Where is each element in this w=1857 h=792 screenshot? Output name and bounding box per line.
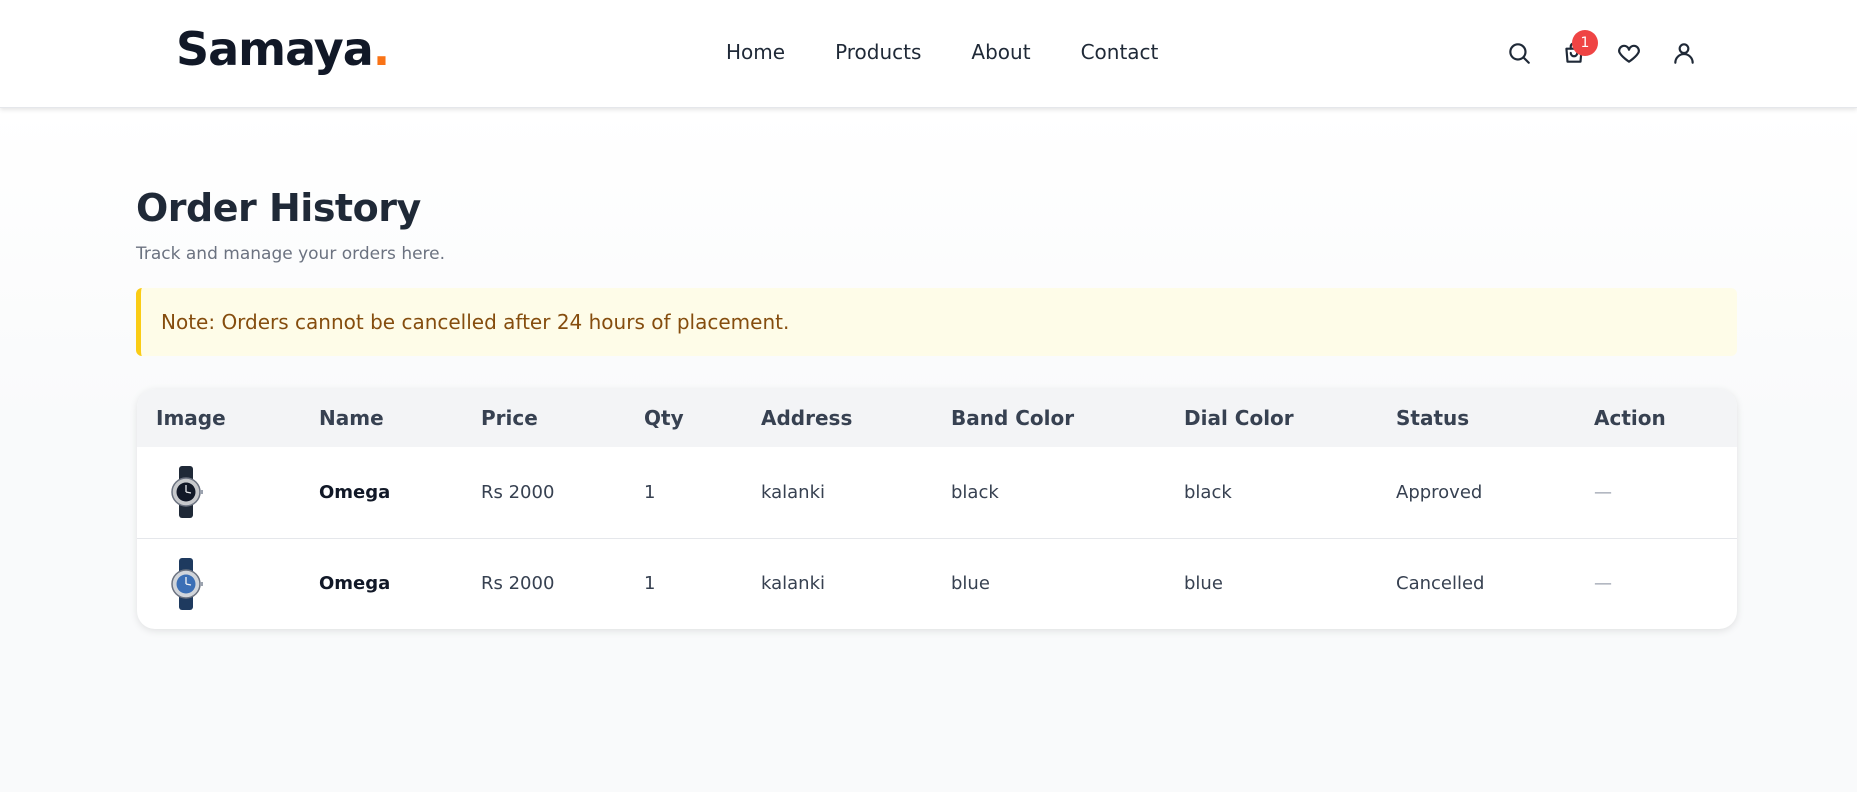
nav-contact[interactable]: Contact	[1081, 40, 1159, 64]
cell-price: Rs 2000	[462, 537, 625, 629]
cell-qty: 1	[644, 481, 656, 503]
cell-status: Approved	[1396, 481, 1483, 503]
col-band-color: Band Color	[951, 406, 1075, 430]
orders-table: Image Name Price Qty Address Band Color …	[137, 389, 1737, 629]
cell-dial-color: black	[1184, 481, 1232, 503]
logo-dot: .	[372, 22, 391, 76]
col-status: Status	[1396, 406, 1470, 430]
logo[interactable]: Samaya.	[176, 26, 390, 72]
cell-name: Omega	[319, 481, 391, 503]
watch-blue-icon	[171, 557, 203, 610]
col-action: Action	[1594, 406, 1666, 430]
col-address: Address	[761, 406, 853, 430]
cart-count-badge: 1	[1572, 30, 1598, 56]
col-qty: Qty	[644, 406, 684, 430]
cell-band-color: black	[951, 481, 999, 503]
nav-products[interactable]: Products	[835, 40, 921, 64]
heart-icon[interactable]	[1614, 38, 1644, 68]
orders-table-card: Image Name Price Qty Address Band Color …	[137, 389, 1737, 629]
table-row: Omega Rs 2000 1 kalanki blue blue Cancel…	[137, 537, 1737, 629]
table-header-row: Image Name Price Qty Address Band Color …	[137, 389, 1737, 447]
cell-status: Cancelled	[1377, 537, 1575, 629]
logo-text: Samaya	[176, 22, 374, 76]
cell-address: kalanki	[742, 537, 932, 629]
note-text: Note: Orders cannot be cancelled after 2…	[161, 310, 790, 334]
cell-image	[137, 447, 300, 538]
cancellation-note: Note: Orders cannot be cancelled after 2…	[136, 288, 1737, 356]
cell-image	[137, 537, 300, 629]
cell-name: Omega	[300, 537, 462, 629]
cell-band-color: blue	[932, 537, 1165, 629]
cell-address: kalanki	[761, 481, 826, 503]
table-row: Omega Rs 2000 1 kalanki black black Appr…	[137, 447, 1737, 538]
user-icon[interactable]	[1669, 38, 1699, 68]
col-name: Name	[319, 406, 384, 430]
col-image: Image	[156, 406, 226, 430]
page-subtitle: Track and manage your orders here.	[136, 244, 446, 264]
nav-home[interactable]: Home	[726, 40, 785, 64]
cell-action: —	[1594, 481, 1612, 503]
search-icon[interactable]	[1504, 38, 1534, 68]
site-header: Samaya. Home Products About Contact 1	[0, 0, 1857, 108]
page-title: Order History	[136, 186, 421, 230]
cell-qty: 1	[625, 537, 742, 629]
col-dial-color: Dial Color	[1184, 406, 1294, 430]
cell-price: Rs 2000	[481, 481, 555, 503]
main-nav: Home Products About Contact	[726, 40, 1158, 64]
cell-dial-color: blue	[1165, 537, 1377, 629]
cell-action: —	[1575, 537, 1737, 629]
nav-about[interactable]: About	[971, 40, 1030, 64]
watch-black-icon	[171, 466, 203, 519]
col-price: Price	[481, 406, 538, 430]
